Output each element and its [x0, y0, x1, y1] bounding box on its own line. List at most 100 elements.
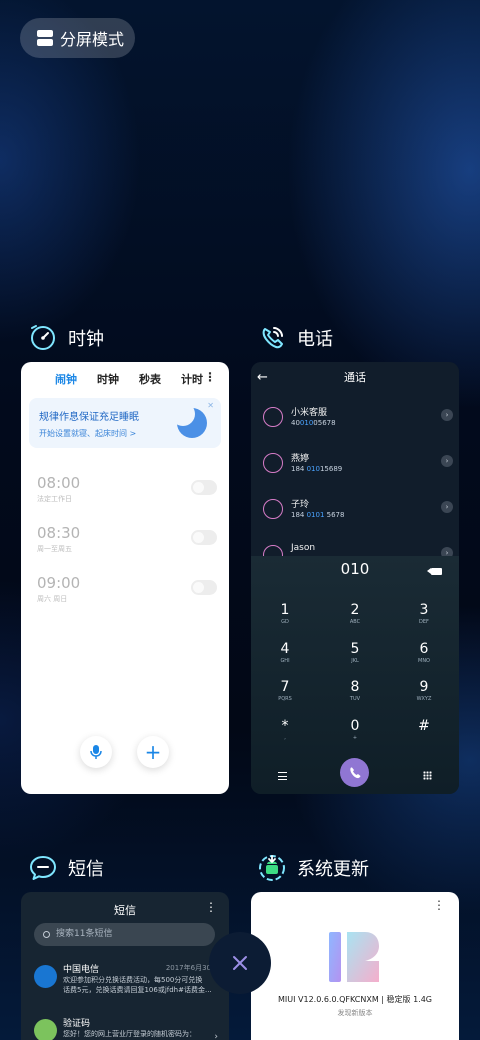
contact-avatar-icon — [263, 407, 283, 427]
contact-row[interactable]: 燕婷 184 01015689 › — [263, 451, 453, 481]
phone-header-title: 通话 — [344, 371, 366, 384]
alarm-time: 08:30 — [37, 524, 81, 542]
tab-clock[interactable]: 时钟 — [97, 371, 119, 387]
dial-key[interactable]: 1 GD — [255, 602, 315, 625]
split-screen-icon — [37, 30, 53, 46]
dial-key[interactable]: 7 PQRS — [255, 679, 315, 702]
sleep-banner[interactable]: 规律作息保证充足睡眠 开始设置就寝、起床时间 > ✕ — [29, 398, 221, 448]
update-app-icon — [259, 855, 285, 881]
chevron-right-icon: › — [214, 1032, 218, 1040]
contact-row[interactable]: 小米客服 4001005678 › — [263, 405, 453, 435]
app-label-sms: 短信 — [27, 852, 104, 884]
app-label-sms-name: 短信 — [68, 859, 104, 880]
more-icon[interactable]: ⋮ — [433, 898, 445, 912]
update-version: MIUI V12.0.6.0.QFKCNXM | 稳定版 1.4G — [277, 995, 433, 1004]
clock-tab-bar: 闹钟 时钟 秒表 计时 ⋮ — [21, 364, 229, 394]
message-body: 欢迎参加积分兑换话费活动，每500分可兑换 话费5元，兑换话费请回复106或jf… — [63, 976, 212, 994]
split-screen-label: 分屏模式 — [60, 30, 125, 49]
call-button[interactable] — [340, 758, 369, 787]
dial-key[interactable]: 2 ABC — [325, 602, 385, 625]
phone-bottom-bar — [251, 758, 459, 794]
moon-icon — [171, 402, 207, 438]
app-label-clock: 时钟 — [27, 322, 104, 354]
tab-alarm[interactable]: 闹钟 — [55, 371, 77, 387]
app-label-clock-name: 时钟 — [68, 329, 104, 350]
more-icon[interactable]: ⋮ — [204, 370, 216, 384]
close-icon — [233, 956, 247, 970]
chevron-right-icon[interactable]: › — [441, 455, 453, 467]
call-log-area: ← 通话 小米客服 4001005678 › 燕婷 184 01015689 ›… — [251, 362, 459, 565]
sms-search-input[interactable]: 搜索11条短信 — [34, 923, 215, 946]
add-alarm-button[interactable]: + — [137, 736, 169, 768]
contact-avatar-icon — [263, 453, 283, 473]
tab-stopwatch[interactable]: 秒表 — [139, 371, 161, 387]
app-label-updater: 系统更新 — [256, 852, 369, 884]
alarm-toggle[interactable] — [191, 580, 217, 595]
search-icon — [43, 931, 50, 938]
app-label-phone-name: 电话 — [297, 329, 333, 350]
clear-all-button[interactable] — [209, 932, 271, 994]
alarm-item[interactable]: 08:30 周一至周五 — [37, 524, 217, 554]
updater-app-card[interactable]: ⋮ MIUI V12.0.6.0.QFKCNXM | 稳定版 1.4G 发现新版… — [251, 892, 459, 1040]
phone-app-card[interactable]: ← 通话 小米客服 4001005678 › 燕婷 184 01015689 ›… — [251, 362, 459, 794]
app-label-phone: 电话 — [256, 322, 333, 354]
contact-avatar-icon — [263, 499, 283, 519]
phone-app-icon — [262, 327, 283, 349]
phone-header: ← 通话 — [251, 362, 459, 394]
sms-title: 短信 — [114, 904, 136, 917]
microphone-icon — [90, 745, 102, 759]
alarm-time: 08:00 — [37, 474, 81, 492]
dial-key[interactable]: 4 GHI — [255, 641, 315, 664]
contact-number: 4001005678 — [291, 419, 336, 427]
update-status: 发现新版本 — [337, 1009, 373, 1017]
message-date: 2017年6月30 — [165, 964, 211, 972]
dial-key[interactable]: 5 JKL — [325, 641, 385, 664]
contact-name: Jason — [291, 543, 316, 553]
dial-key[interactable]: 6 MNO — [394, 641, 454, 664]
plus-icon: + — [144, 740, 162, 764]
dial-key[interactable]: # — [394, 718, 454, 735]
alarm-item[interactable]: 09:00 周六 周日 — [37, 574, 217, 604]
backspace-icon[interactable] — [427, 568, 442, 575]
verification-avatar-icon — [34, 1019, 57, 1040]
chevron-right-icon[interactable]: › — [441, 409, 453, 421]
dial-key[interactable]: 9 WXYZ — [394, 679, 454, 702]
sms-app-icon — [30, 856, 56, 880]
alarm-repeat: 周六 周日 — [37, 595, 68, 603]
more-icon[interactable]: ⋮ — [205, 900, 217, 914]
contact-row[interactable]: 子玲 184 0101 5678 › — [263, 497, 453, 527]
message-body: 您好！您的网上营业厅登录的随机密码为： 710679，有效时间为3分钟 — [63, 1030, 196, 1038]
dial-key[interactable]: 8 TUV — [325, 679, 385, 702]
dial-key[interactable]: 0 + — [325, 718, 385, 741]
voice-alarm-button[interactable] — [80, 736, 112, 768]
message-sender: 中国电信 — [63, 965, 100, 975]
clock-app-card[interactable]: 闹钟 时钟 秒表 计时 ⋮ 规律作息保证充足睡眠 开始设置就寝、起床时间 > ✕… — [21, 362, 229, 794]
sms-search-placeholder: 搜索11条短信 — [56, 929, 113, 939]
dial-key[interactable]: 3 DEF — [394, 602, 454, 625]
sms-app-card[interactable]: 短信 ⋮ 搜索11条短信 中国电信 2017年6月30 欢迎参加积分兑换话费活动… — [21, 892, 229, 1040]
phone-icon — [349, 767, 360, 778]
china-telecom-avatar-icon — [34, 965, 57, 988]
split-screen-button[interactable]: 分屏模式 — [20, 18, 135, 58]
app-label-updater-name: 系统更新 — [297, 859, 369, 880]
alarm-toggle[interactable] — [191, 480, 217, 495]
alarm-item[interactable]: 08:00 法定工作日 — [37, 474, 217, 504]
dial-key[interactable]: *, — [255, 718, 315, 741]
alarm-toggle[interactable] — [191, 530, 217, 545]
close-icon[interactable]: ✕ — [207, 401, 214, 410]
menu-icon[interactable] — [278, 772, 287, 780]
message-sender: 验证码 — [63, 1019, 91, 1029]
clock-app-icon — [31, 325, 55, 350]
miui-12-logo-icon — [329, 932, 379, 982]
alarm-repeat: 周一至周五 — [37, 545, 72, 553]
contact-number: 184 01015689 — [291, 465, 343, 473]
contact-name: 子玲 — [291, 500, 310, 510]
contact-number: 184 0101 5678 — [291, 511, 345, 519]
chevron-right-icon[interactable]: › — [441, 501, 453, 513]
back-arrow-icon[interactable]: ← — [257, 362, 268, 394]
alarm-time: 09:00 — [37, 574, 81, 592]
alarm-repeat: 法定工作日 — [37, 495, 72, 503]
contact-name: 燕婷 — [291, 454, 310, 464]
tab-timer[interactable]: 计时 — [181, 371, 203, 387]
dialpad-toggle-icon[interactable] — [423, 771, 432, 780]
